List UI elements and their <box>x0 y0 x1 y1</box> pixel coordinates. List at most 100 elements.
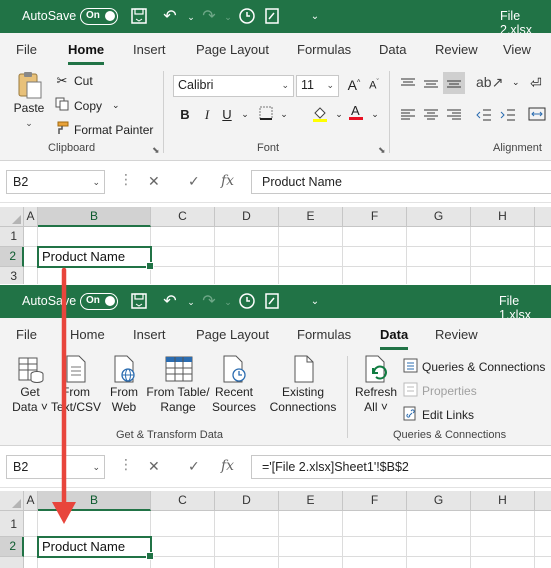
save-icon[interactable] <box>129 292 149 312</box>
grid-cell[interactable] <box>24 227 38 247</box>
autosave-toggle[interactable]: On <box>80 293 118 310</box>
undo-dropdown-icon[interactable]: ⌄ <box>181 292 201 312</box>
clock-icon[interactable] <box>237 7 257 27</box>
italic-button[interactable]: I <box>199 107 215 123</box>
redo-dropdown-icon[interactable]: ⌄ <box>218 7 238 27</box>
name-box[interactable]: B2 ⌄ <box>6 455 105 479</box>
column-header[interactable]: G <box>407 207 471 227</box>
grid-cell[interactable] <box>535 267 551 284</box>
increase-indent-icon[interactable] <box>500 109 516 124</box>
grid-cell[interactable] <box>407 511 471 537</box>
align-bottom-icon[interactable] <box>443 72 465 94</box>
column-header[interactable]: A <box>24 491 38 511</box>
paste-button[interactable]: Paste ⌄ <box>8 70 50 131</box>
grid-cell[interactable] <box>407 557 471 568</box>
tab-formulas[interactable]: Formulas <box>297 327 351 342</box>
grid-cell[interactable] <box>38 267 151 284</box>
grid-cell[interactable] <box>38 227 151 247</box>
grid-cell[interactable] <box>151 247 215 267</box>
grid-cell[interactable] <box>535 247 551 267</box>
grid-cell[interactable] <box>535 227 551 247</box>
grid-cell[interactable] <box>215 537 279 557</box>
grid-cell[interactable] <box>215 557 279 568</box>
tab-review[interactable]: Review <box>435 327 478 342</box>
grid-cell[interactable] <box>407 227 471 247</box>
column-header[interactable]: B <box>38 207 151 227</box>
from-table-range-button[interactable]: From Table/ Range <box>144 354 212 415</box>
select-all-button[interactable] <box>0 207 24 227</box>
borders-dropdown-icon[interactable]: ⌄ <box>276 109 292 120</box>
tab-home[interactable]: Home <box>68 42 105 65</box>
autosave-toggle[interactable]: On <box>80 8 118 25</box>
from-text-csv-button[interactable]: From Text/CSV <box>50 354 102 415</box>
formula-input[interactable]: Product Name <box>251 170 551 194</box>
redo-dropdown-icon[interactable]: ⌄ <box>218 292 238 312</box>
grid-cell[interactable] <box>343 511 407 537</box>
tab-view[interactable]: View <box>503 42 531 57</box>
align-top-icon[interactable] <box>400 77 416 94</box>
column-header[interactable]: G <box>407 491 471 511</box>
grid-cell[interactable] <box>279 537 343 557</box>
row-header[interactable]: 3 <box>0 267 24 284</box>
tab-page-layout[interactable]: Page Layout <box>196 327 269 342</box>
grid-cell[interactable] <box>24 247 38 267</box>
copy-button[interactable]: Copy ⌄ <box>54 97 120 114</box>
enter-icon[interactable]: ✓ <box>188 173 200 190</box>
column-header[interactable]: F <box>343 207 407 227</box>
font-color-icon[interactable]: A <box>348 103 364 124</box>
from-web-button[interactable]: From Web <box>102 354 146 415</box>
tab-file[interactable]: File <box>16 327 37 342</box>
column-header[interactable]: D <box>215 207 279 227</box>
undo-icon[interactable]: ↶ <box>160 7 180 27</box>
active-cell[interactable]: Product Name <box>37 246 154 270</box>
increase-font-icon[interactable]: A^ <box>346 77 362 93</box>
fill-dropdown-icon[interactable]: ⌄ <box>331 109 347 120</box>
decrease-indent-icon[interactable] <box>476 109 492 124</box>
grid-cell[interactable] <box>471 557 535 568</box>
clock-icon[interactable] <box>237 292 257 312</box>
clipboard-launcher-icon[interactable]: ⬊ <box>152 145 160 156</box>
fill-color-icon[interactable] <box>312 105 328 126</box>
select-all-button[interactable] <box>0 491 24 511</box>
grid-cell[interactable] <box>24 557 38 568</box>
font-color-dropdown-icon[interactable]: ⌄ <box>367 109 383 120</box>
grid-cell[interactable] <box>151 267 215 284</box>
row-header[interactable]: 2 <box>0 537 24 557</box>
redo-icon[interactable]: ↷ <box>199 292 219 312</box>
orientation-dropdown-icon[interactable]: ⌄ <box>512 77 520 88</box>
grid-cell[interactable] <box>343 247 407 267</box>
align-middle-icon[interactable] <box>423 77 439 94</box>
insert-function-icon[interactable]: fx <box>221 173 234 189</box>
grid-cell[interactable] <box>407 247 471 267</box>
column-header[interactable]: H <box>471 491 535 511</box>
align-right-icon[interactable] <box>446 109 462 124</box>
font-size-combobox[interactable]: 11 ⌄ <box>296 75 339 97</box>
name-box[interactable]: B2 ⌄ <box>6 170 105 194</box>
row-header[interactable]: 1 <box>0 511 24 537</box>
tab-insert[interactable]: Insert <box>133 327 166 342</box>
cut-button[interactable]: ✂ Cut <box>54 73 93 89</box>
wrap-text-icon[interactable]: ⏎ <box>530 75 542 92</box>
grid-cell[interactable] <box>343 557 407 568</box>
grid-cell[interactable] <box>215 247 279 267</box>
form-icon[interactable] <box>262 7 282 27</box>
decrease-font-icon[interactable]: Aˇ <box>366 79 382 92</box>
refresh-all-button[interactable]: Refresh All ˅ <box>354 354 398 415</box>
underline-button[interactable]: U <box>219 107 235 122</box>
edit-links-button[interactable]: Edit Links <box>402 406 474 424</box>
grid-cell[interactable] <box>407 537 471 557</box>
grid-cell[interactable] <box>471 537 535 557</box>
grid-cell[interactable] <box>279 511 343 537</box>
grid-cell[interactable] <box>407 267 471 284</box>
undo-dropdown-icon[interactable]: ⌄ <box>181 7 201 27</box>
grid-cell[interactable] <box>215 227 279 247</box>
grid-cell[interactable] <box>24 537 38 557</box>
grid-cell[interactable] <box>343 267 407 284</box>
grid-cell[interactable] <box>535 557 551 568</box>
existing-connections-button[interactable]: Existing Connections <box>266 354 340 415</box>
grid-cell[interactable] <box>151 227 215 247</box>
grid-cell[interactable] <box>279 557 343 568</box>
grid-cell[interactable] <box>151 511 215 537</box>
get-data-button[interactable]: Get Data ˅ <box>8 354 52 415</box>
tab-data[interactable]: Data <box>379 42 406 57</box>
